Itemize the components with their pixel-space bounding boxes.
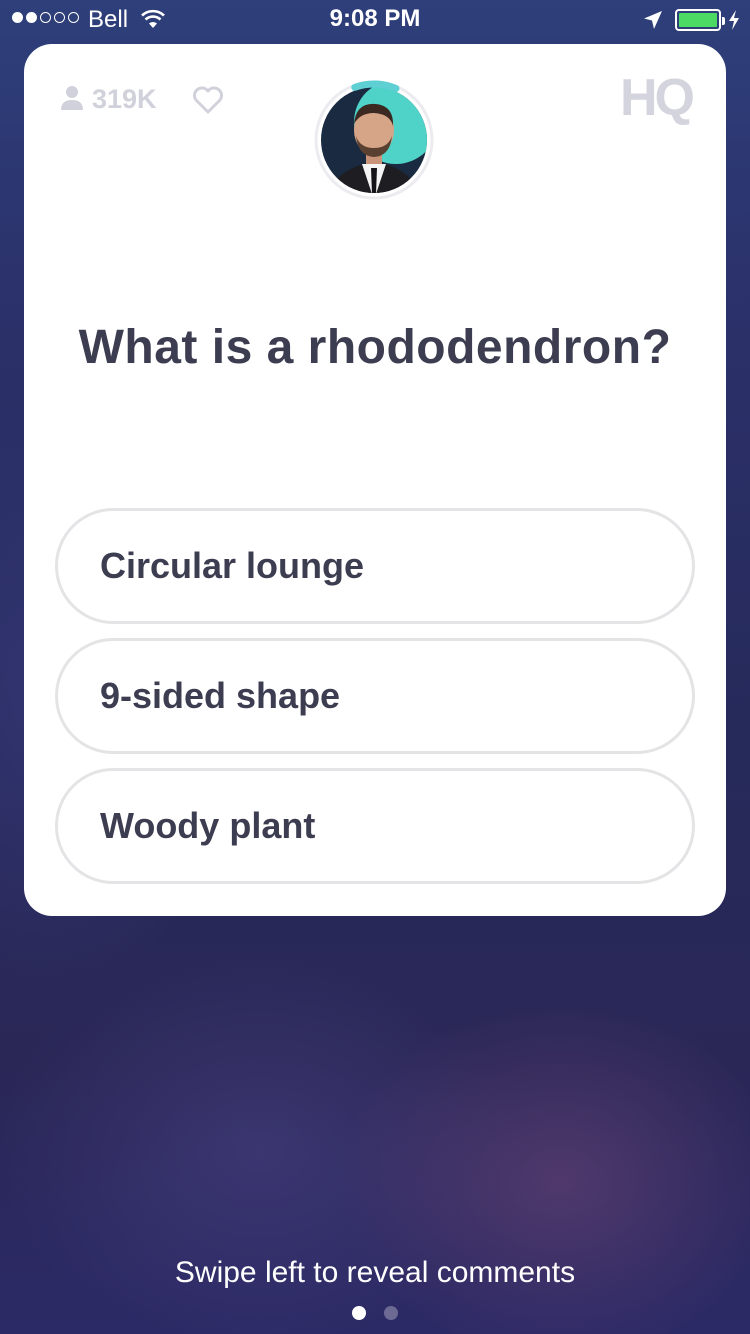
- swipe-hint: Swipe left to reveal comments: [174, 1256, 576, 1289]
- battery-icon: [675, 9, 725, 31]
- question-text: What is a rhododendron?: [78, 321, 672, 374]
- status-bar: Bell 9:08 PM: [0, 0, 750, 40]
- host-timer: [314, 80, 434, 200]
- answer-option[interactable]: Circular lounge: [55, 508, 695, 624]
- person-icon: [60, 85, 84, 115]
- answer-option[interactable]: 9-sided shape: [55, 638, 695, 754]
- heart-icon[interactable]: [192, 86, 224, 118]
- answer-list: Circular lounge 9-sided shape Woody plan…: [55, 508, 695, 898]
- charging-bolt-icon: [727, 9, 741, 35]
- host-avatar: [314, 80, 434, 200]
- answer-option[interactable]: Woody plant: [55, 768, 695, 884]
- viewer-counter: 319K: [60, 84, 157, 115]
- page-dot-active[interactable]: [352, 1306, 366, 1320]
- page-indicator[interactable]: [0, 1306, 750, 1320]
- clock: 9:08 PM: [329, 5, 421, 32]
- page-dot[interactable]: [384, 1306, 398, 1320]
- location-arrow-icon: [642, 9, 664, 35]
- question-card: 319K HQ What is a rhododendron? Circular…: [24, 44, 726, 916]
- viewer-count: 319K: [92, 84, 157, 114]
- hq-logo: HQ: [620, 69, 695, 127]
